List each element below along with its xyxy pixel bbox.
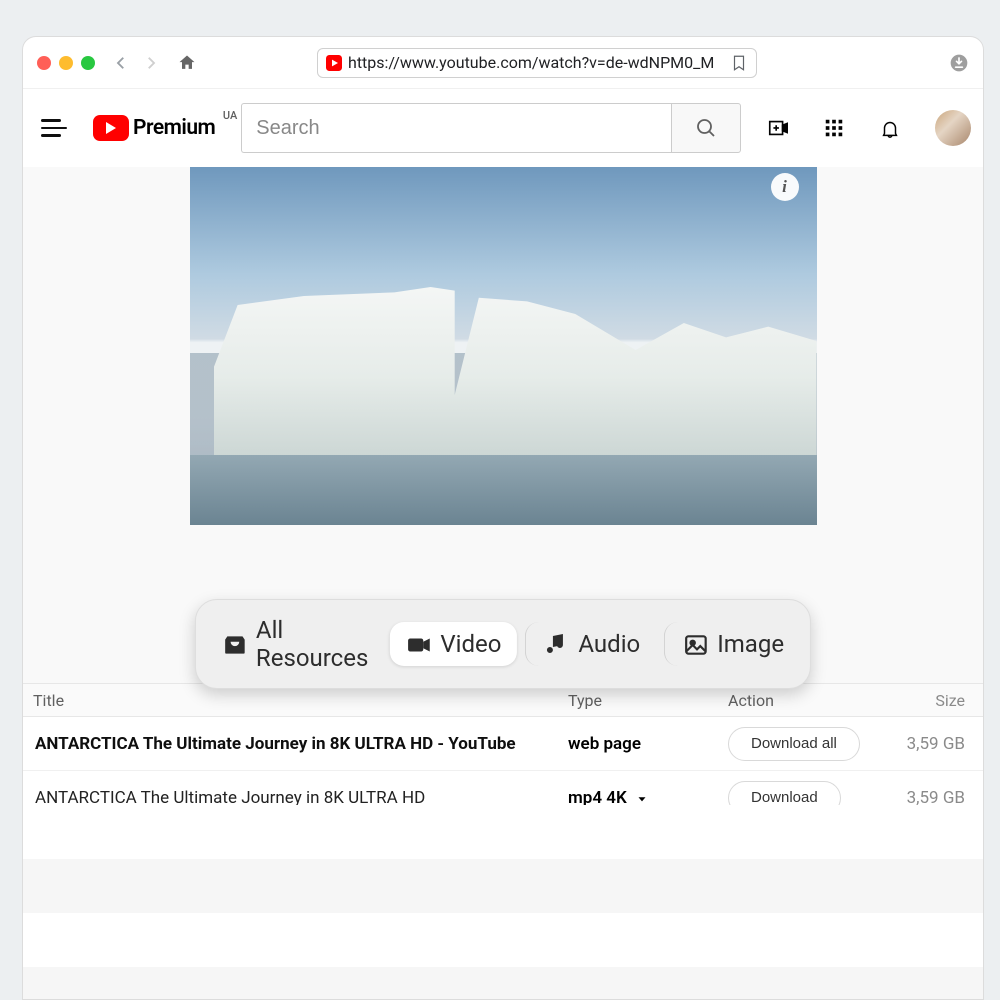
menu-button[interactable] [41, 115, 67, 141]
youtube-header: Premium UA [23, 89, 983, 167]
resources-table: Title Type Action Size ANTARCTICA The Ul… [23, 683, 983, 825]
avatar[interactable] [935, 110, 971, 146]
music-icon [544, 632, 568, 656]
tab-video[interactable]: Video [390, 622, 517, 666]
info-icon[interactable]: i [771, 173, 799, 201]
tab-label: Video [440, 630, 501, 658]
youtube-logo[interactable]: Premium UA [93, 115, 215, 141]
maximize-window-button[interactable] [81, 56, 95, 70]
col-size: Size [888, 691, 973, 710]
row-title: ANTARCTICA The Ultimate Journey in 8K UL… [33, 734, 568, 754]
video-thumbnail[interactable]: i [190, 167, 817, 525]
row-size: 3,59 GB [888, 734, 973, 754]
image-icon [683, 632, 707, 656]
close-window-button[interactable] [37, 56, 51, 70]
download-all-button[interactable]: Download all [728, 727, 860, 761]
resource-filter-tabs: All Resources Video Audio Image [195, 599, 811, 689]
back-button[interactable] [111, 53, 131, 73]
tab-image[interactable]: Image [664, 622, 800, 666]
tab-all-resources[interactable]: All Resources [206, 608, 384, 680]
col-title: Title [33, 691, 568, 710]
country-code: UA [223, 109, 237, 122]
empty-rows [23, 805, 983, 999]
url-text: https://www.youtube.com/watch?v=de-wdNPM… [348, 53, 724, 72]
header-actions [767, 110, 971, 146]
logo-text: Premium [133, 116, 215, 140]
address-bar[interactable]: https://www.youtube.com/watch?v=de-wdNPM… [317, 48, 757, 78]
inbox-icon [222, 632, 246, 656]
tab-audio[interactable]: Audio [525, 622, 656, 666]
table-row: ANTARCTICA The Ultimate Journey in 8K UL… [23, 717, 983, 771]
window-controls [37, 56, 95, 70]
row-action: Download all [728, 727, 888, 761]
page-content: Premium UA [23, 89, 983, 999]
col-action: Action [728, 691, 888, 710]
tab-label: Audio [578, 630, 640, 658]
forward-button[interactable] [141, 53, 161, 73]
browser-window: https://www.youtube.com/watch?v=de-wdNPM… [22, 36, 984, 1000]
youtube-play-icon [93, 115, 129, 141]
browser-toolbar: https://www.youtube.com/watch?v=de-wdNPM… [23, 37, 983, 89]
chevron-down-icon [635, 791, 649, 805]
search-box [241, 103, 741, 153]
bookmark-icon[interactable] [730, 54, 748, 72]
col-type: Type [568, 691, 728, 710]
apps-button[interactable] [823, 117, 845, 139]
minimize-window-button[interactable] [59, 56, 73, 70]
home-button[interactable] [177, 53, 197, 73]
search-input[interactable] [241, 103, 671, 153]
video-icon [406, 632, 430, 656]
site-favicon [326, 55, 342, 71]
row-type: web page [568, 734, 728, 754]
downloads-button[interactable] [949, 53, 969, 73]
search-button[interactable] [671, 103, 741, 153]
tab-label: Image [717, 630, 784, 658]
create-button[interactable] [767, 117, 789, 139]
tab-label: All Resources [256, 616, 368, 672]
notifications-button[interactable] [879, 117, 901, 139]
